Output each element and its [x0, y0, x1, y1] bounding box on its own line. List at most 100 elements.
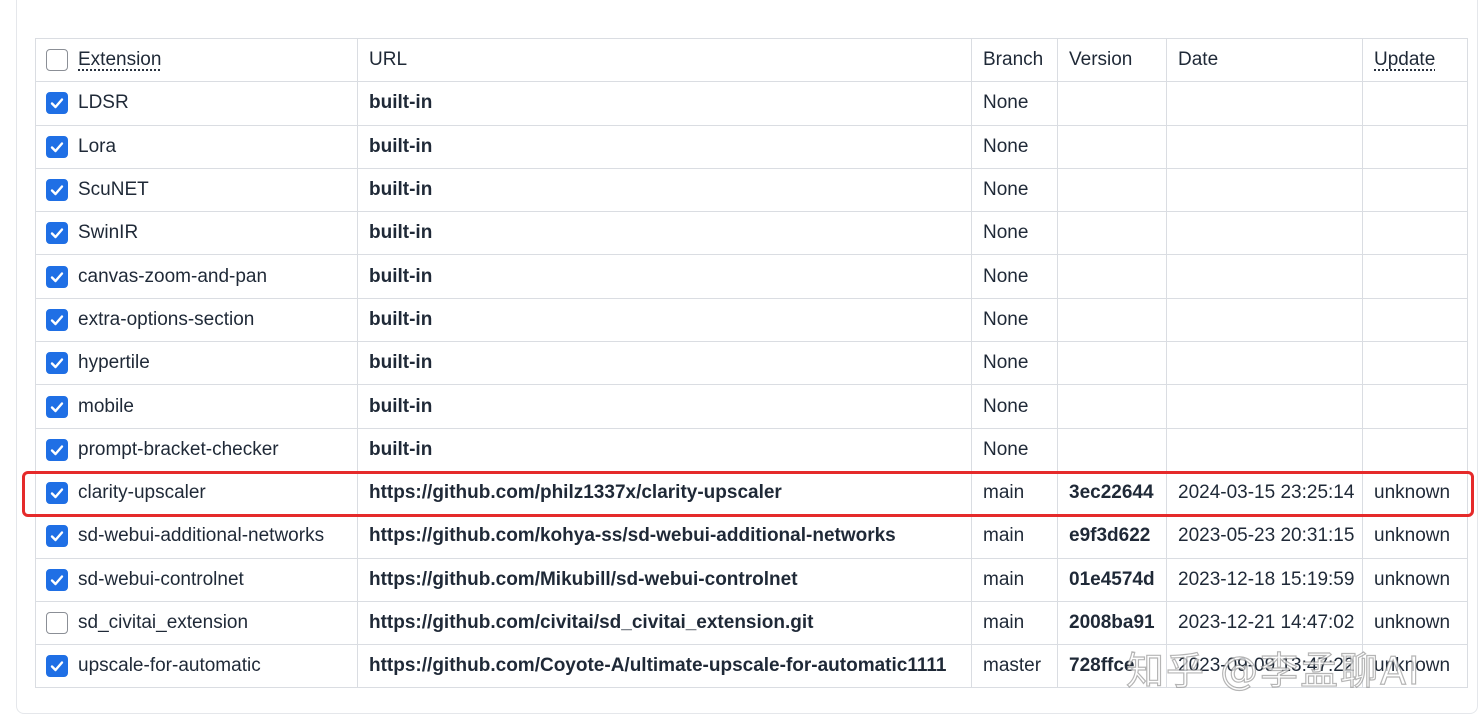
extension-update: unknown [1362, 470, 1468, 516]
extension-name: hypertile [78, 352, 150, 374]
extension-enable-checkbox[interactable] [46, 568, 68, 591]
extension-enable-checkbox[interactable] [46, 395, 68, 418]
extension-branch: main [971, 514, 1058, 559]
checkmark-icon [50, 142, 64, 152]
extension-update [1362, 211, 1468, 256]
extension-enable-checkbox[interactable] [46, 308, 68, 331]
extension-enable-checkbox[interactable] [46, 222, 68, 245]
extension-date [1166, 341, 1363, 386]
extension-version [1057, 427, 1167, 472]
extension-enable-checkbox[interactable] [46, 525, 68, 548]
header-date: Date [1166, 37, 1363, 83]
extension-branch: None [971, 167, 1058, 213]
extension-branch: None [971, 341, 1058, 386]
extension-date [1166, 124, 1363, 169]
extension-date [1166, 297, 1363, 343]
extension-name: upscale-for-automatic [78, 655, 261, 677]
extension-url: https://github.com/philz1337x/clarity-up… [357, 470, 972, 516]
extension-version: 728ffce [1057, 644, 1167, 689]
extension-date: 2024-03-15 23:25:14 [1166, 470, 1363, 516]
checkmark-icon [50, 661, 64, 672]
extension-name: LDSR [78, 92, 129, 114]
table-row: prompt-bracket-checker built-in None [35, 427, 1468, 472]
table-row: extra-options-section built-in None [35, 297, 1468, 343]
header-extension: Extension [35, 37, 358, 83]
extension-update: unknown [1362, 514, 1468, 559]
extension-update: unknown [1362, 557, 1468, 602]
extension-cell: sd_civitai_extension [35, 600, 358, 646]
extension-url: built-in [357, 254, 972, 299]
extension-cell: sd-webui-controlnet [35, 557, 358, 602]
extension-date: 2023-12-21 14:47:02 [1166, 600, 1363, 646]
checkmark-icon [50, 98, 64, 109]
extension-enable-checkbox[interactable] [46, 135, 68, 158]
header-version: Version [1057, 37, 1167, 83]
extension-url: https://github.com/Mikubill/sd-webui-con… [357, 557, 972, 602]
extension-name: Lora [78, 135, 117, 157]
extension-name: clarity-upscaler [78, 482, 206, 504]
extension-enable-checkbox[interactable] [46, 352, 68, 375]
extension-cell: canvas-zoom-and-pan [35, 254, 358, 299]
extension-update [1362, 167, 1468, 213]
table-row: sd-webui-controlnet https://github.com/Mi… [35, 557, 1468, 602]
extension-branch: main [971, 470, 1058, 516]
extension-enable-checkbox[interactable] [46, 438, 68, 461]
extension-date: 2023-09-09 13:47:22 [1166, 644, 1363, 689]
extension-date [1166, 254, 1363, 299]
extension-enable-checkbox[interactable] [46, 655, 68, 678]
extension-version: 2008ba91 [1057, 600, 1167, 646]
header-extension-label[interactable]: Extension [78, 49, 161, 71]
checkmark-icon [50, 358, 64, 369]
extension-cell: ScuNET [35, 167, 358, 213]
extension-branch: None [971, 124, 1058, 169]
extension-cell: clarity-upscaler [35, 470, 358, 516]
checkmark-icon [50, 228, 64, 239]
extension-cell: extra-options-section [35, 297, 358, 343]
extension-url: https://github.com/Coyote-A/ultimate-ups… [357, 644, 972, 689]
extension-enable-checkbox[interactable] [46, 482, 68, 505]
checkmark-icon [50, 315, 64, 326]
extension-version [1057, 211, 1167, 256]
extension-url: built-in [357, 81, 972, 126]
extension-name: mobile [78, 395, 134, 417]
extension-name: sd-webui-additional-networks [78, 525, 325, 547]
checkmark-icon [50, 271, 64, 282]
extension-enable-checkbox[interactable] [46, 265, 68, 288]
extension-cell: SwinIR [35, 211, 358, 256]
extension-url: https://github.com/civitai/sd_civitai_ex… [357, 600, 972, 646]
extension-update [1362, 384, 1468, 429]
extension-cell: hypertile [35, 341, 358, 386]
extension-cell: prompt-bracket-checker [35, 427, 358, 472]
extension-update [1362, 254, 1468, 299]
extension-url: https://github.com/kohya-ss/sd-webui-add… [357, 514, 972, 559]
extension-name: SwinIR [78, 222, 139, 244]
extension-version [1057, 384, 1167, 429]
header-update-label[interactable]: Update [1374, 49, 1435, 70]
extension-update: unknown [1362, 600, 1468, 646]
extension-version [1057, 254, 1167, 299]
extension-version [1057, 81, 1167, 126]
extension-branch: None [971, 427, 1058, 472]
extension-name: prompt-bracket-checker [78, 438, 279, 460]
extension-cell: sd-webui-additional-networks [35, 514, 358, 559]
extension-date: 2023-12-18 15:19:59 [1166, 557, 1363, 602]
extension-update: unknown [1362, 644, 1468, 689]
table-row: ScuNET built-in None [35, 167, 1468, 213]
extension-branch: main [971, 600, 1058, 646]
table-row: canvas-zoom-and-pan built-in None [35, 254, 1468, 299]
table-header-row: Extension URL Branch Version Date Update [35, 37, 1468, 83]
checkmark-icon [50, 488, 64, 499]
extension-enable-checkbox[interactable] [46, 612, 68, 634]
extension-enable-checkbox[interactable] [46, 92, 68, 115]
extension-url: built-in [357, 211, 972, 256]
extension-enable-checkbox[interactable] [46, 179, 68, 202]
extension-url: built-in [357, 384, 972, 429]
extension-cell: Lora [35, 124, 358, 169]
extension-url: built-in [357, 341, 972, 386]
header-url: URL [357, 37, 972, 83]
extension-version [1057, 297, 1167, 343]
extension-date [1166, 427, 1363, 472]
header-update: Update [1362, 37, 1468, 83]
select-all-checkbox[interactable] [46, 49, 68, 72]
extension-date [1166, 211, 1363, 256]
